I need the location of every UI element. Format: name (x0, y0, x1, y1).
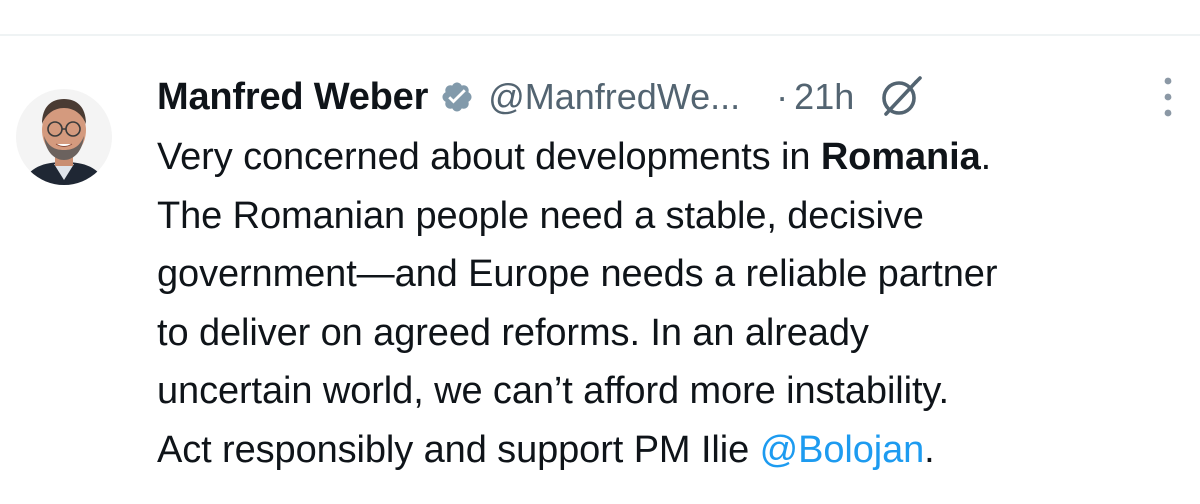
tweet-line-4: to deliver on agreed reforms. In an alre… (157, 311, 869, 354)
avatar-photo (16, 89, 112, 185)
tweet-line-5: uncertain world, we can’t afford more in… (157, 370, 949, 412)
tweet-line-1: Very concerned about developments in Rom… (157, 128, 1187, 187)
top-divider (0, 34, 1200, 36)
tweet-line-2: The Romanian people need a stable, decis… (157, 194, 924, 237)
tweet-text-segment: . (980, 136, 992, 178)
tweet-text-segment: . (924, 428, 935, 471)
more-vertical-icon[interactable] (1156, 74, 1180, 124)
author-handle[interactable]: @ManfredWe... (488, 76, 740, 118)
display-name[interactable]: Manfred Weber (157, 76, 428, 119)
tweet-text: Very concerned about developments in Rom… (157, 128, 1187, 479)
avatar[interactable] (16, 72, 112, 202)
tweet-text-segment: Very concerned about developments in (157, 136, 821, 178)
tweet-line-3: government—and Europe needs a reliable p… (157, 253, 998, 295)
verified-badge-icon[interactable] (440, 80, 474, 114)
separator-dot: · (776, 76, 789, 117)
tweet-text-segment: Act responsibly and support PM Ilie (157, 428, 760, 471)
timestamp[interactable]: 21h (794, 76, 854, 118)
grok-slash-icon[interactable] (876, 73, 924, 121)
tweet-header: Manfred Weber @ManfredWe... · 21h (157, 72, 924, 122)
tweet-line-6: Act responsibly and support PM Ilie @Bol… (157, 421, 1187, 480)
mention-link[interactable]: @Bolojan (760, 429, 925, 471)
bold-romania: Romania (820, 136, 981, 178)
